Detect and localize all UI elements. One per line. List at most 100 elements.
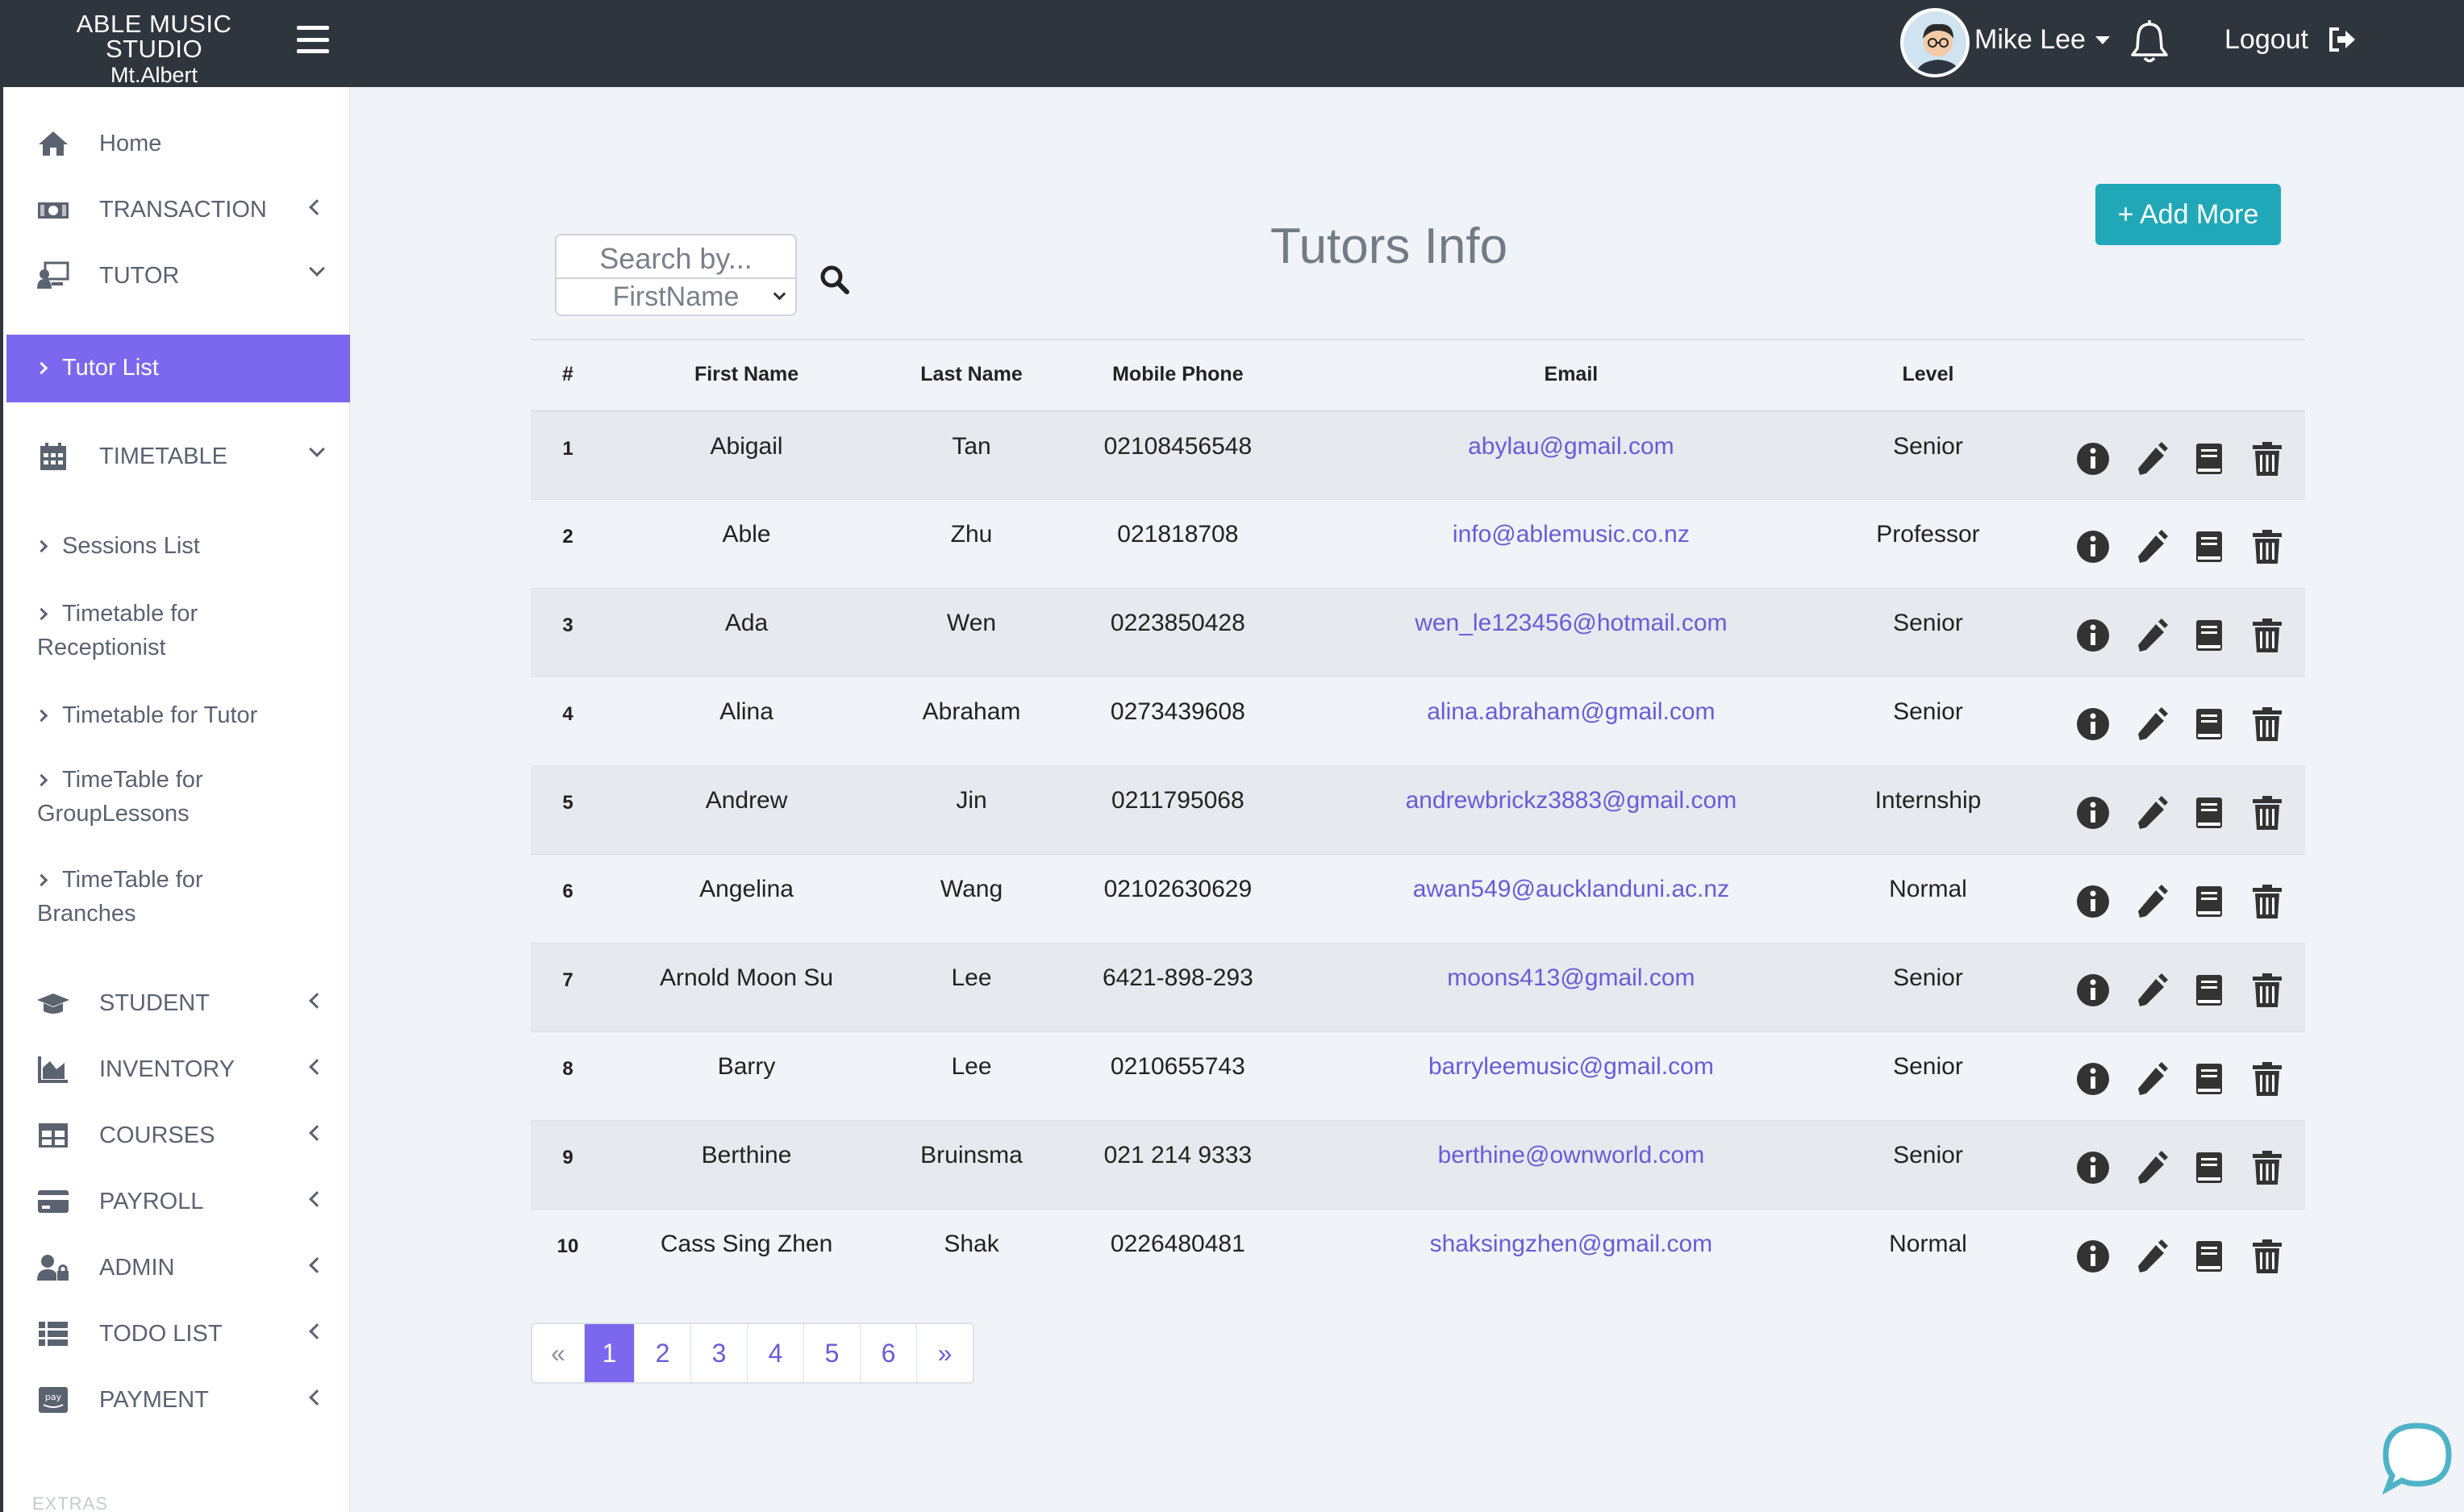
sign-out-icon[interactable] [2328, 26, 2357, 53]
page-2[interactable]: 2 [634, 1324, 690, 1382]
sub-item-label: TimeTable for Branches [37, 867, 203, 927]
sidebar-subitem-sessions-list[interactable]: Sessions List [6, 529, 350, 563]
bell-icon[interactable] [2129, 19, 2170, 65]
info-icon[interactable] [2075, 795, 2111, 831]
book-icon[interactable] [2191, 529, 2227, 564]
chevron-left-icon [309, 993, 325, 1009]
book-icon[interactable] [2191, 1150, 2227, 1185]
info-icon[interactable] [2075, 884, 2111, 919]
edit-icon[interactable] [2133, 973, 2169, 1008]
logout-link[interactable]: Logout [2224, 24, 2308, 56]
avatar[interactable] [1900, 8, 1970, 77]
info-icon[interactable] [2075, 1239, 2111, 1274]
search-input[interactable]: Search by... [557, 239, 795, 279]
sidebar-item-timetable[interactable]: TIMETABLE [6, 424, 350, 489]
edit-icon[interactable] [2133, 529, 2169, 564]
sidebar-item-admin[interactable]: ADMIN [6, 1235, 350, 1300]
hamburger-menu-icon[interactable] [297, 26, 329, 53]
add-more-button[interactable]: + Add More [2095, 184, 2281, 245]
info-icon[interactable] [2075, 441, 2111, 477]
cell-number: 8 [531, 1031, 605, 1120]
edit-icon[interactable] [2133, 706, 2169, 742]
book-icon[interactable] [2191, 706, 2227, 742]
trash-icon[interactable] [2249, 1150, 2285, 1185]
trash-icon[interactable] [2249, 973, 2285, 1008]
book-icon[interactable] [2191, 441, 2227, 477]
page-prev[interactable]: « [532, 1324, 584, 1382]
trash-icon[interactable] [2249, 795, 2285, 831]
trash-icon[interactable] [2249, 884, 2285, 919]
sidebar-item-inventory[interactable]: INVENTORY [6, 1037, 350, 1102]
chevron-left-icon [309, 1389, 325, 1406]
info-icon[interactable] [2075, 529, 2111, 564]
book-icon[interactable] [2191, 1239, 2227, 1274]
search-field-select[interactable]: FirstName [557, 277, 795, 316]
cell-email[interactable]: shaksingzhen@gmail.com [1300, 1208, 1841, 1297]
cell-email[interactable]: alina.abraham@gmail.com [1300, 676, 1841, 765]
cell-email[interactable]: moons413@gmail.com [1300, 942, 1841, 1031]
trash-icon[interactable] [2249, 706, 2285, 742]
sidebar-item-tutor[interactable]: TUTOR [6, 244, 350, 308]
edit-icon[interactable] [2133, 1239, 2169, 1274]
edit-icon[interactable] [2133, 884, 2169, 919]
cell-actions [2015, 1031, 2305, 1120]
sidebar-subitem-timetable-grouplessons[interactable]: TimeTable for GroupLessons [6, 763, 297, 831]
page-next[interactable]: » [916, 1324, 973, 1382]
cell-email[interactable]: barryleemusic@gmail.com [1300, 1031, 1841, 1120]
page-3[interactable]: 3 [690, 1324, 747, 1382]
sidebar-subitem-timetable-branches[interactable]: TimeTable for Branches [6, 863, 273, 931]
sidebar-item-transaction[interactable]: TRANSACTION [6, 177, 350, 242]
cell-email[interactable]: awan549@aucklanduni.ac.nz [1300, 853, 1841, 943]
top-navbar: ABLE MUSIC STUDIO Mt.Albert Mike Lee Log… [0, 0, 2464, 87]
page-1[interactable]: 1 [584, 1324, 634, 1382]
sidebar-item-payment[interactable]: pay PAYMENT [6, 1368, 350, 1432]
info-icon[interactable] [2075, 1150, 2111, 1185]
user-name[interactable]: Mike Lee [1974, 24, 2086, 56]
sidebar-subitem-timetable-receptionist[interactable]: Timetable for Receptionist [6, 597, 329, 664]
brand-logo[interactable]: ABLE MUSIC STUDIO Mt.Albert [31, 11, 277, 86]
book-icon[interactable] [2191, 795, 2227, 831]
edit-icon[interactable] [2133, 618, 2169, 653]
book-icon[interactable] [2191, 973, 2227, 1008]
cell-level: Senior [1841, 676, 2015, 765]
edit-icon[interactable] [2133, 1061, 2169, 1097]
cell-last-name: Wen [888, 587, 1055, 677]
info-icon[interactable] [2075, 618, 2111, 653]
trash-icon[interactable] [2249, 1239, 2285, 1274]
sidebar-item-courses[interactable]: COURSES [6, 1103, 350, 1168]
info-icon[interactable] [2075, 1061, 2111, 1097]
chat-bubble-icon[interactable] [2379, 1419, 2455, 1495]
book-icon[interactable] [2191, 884, 2227, 919]
trash-icon[interactable] [2249, 529, 2285, 564]
cell-email[interactable]: berthine@ownworld.com [1300, 1119, 1841, 1209]
cell-email[interactable]: abylau@gmail.com [1300, 410, 1841, 499]
cell-email[interactable]: andrewbrickz3883@gmail.com [1300, 764, 1841, 854]
info-icon[interactable] [2075, 973, 2111, 1008]
search-icon[interactable] [819, 264, 850, 295]
sidebar-item-todo-list[interactable]: TODO LIST [6, 1302, 350, 1366]
info-icon[interactable] [2075, 706, 2111, 742]
page-6[interactable]: 6 [860, 1324, 916, 1382]
sidebar-subitem-timetable-tutor[interactable]: Timetable for Tutor [6, 698, 350, 732]
cell-email[interactable]: info@ablemusic.co.nz [1300, 498, 1841, 588]
sidebar-item-payroll[interactable]: PAYROLL [6, 1169, 350, 1234]
sidebar-subitem-tutor-list[interactable]: Tutor List [6, 335, 350, 402]
search-box: Search by... FirstName [555, 234, 797, 316]
money-icon [37, 195, 71, 224]
user-dropdown-caret-icon[interactable] [2095, 36, 2110, 44]
trash-icon[interactable] [2249, 441, 2285, 477]
page-4[interactable]: 4 [747, 1324, 803, 1382]
edit-icon[interactable] [2133, 795, 2169, 831]
trash-icon[interactable] [2249, 1061, 2285, 1097]
edit-icon[interactable] [2133, 441, 2169, 477]
cell-email[interactable]: wen_le123456@hotmail.com [1300, 587, 1841, 677]
chevron-right-icon [35, 773, 48, 787]
sidebar-item-home[interactable]: Home [6, 111, 350, 176]
page-5[interactable]: 5 [803, 1324, 860, 1382]
edit-icon[interactable] [2133, 1150, 2169, 1185]
book-icon[interactable] [2191, 1061, 2227, 1097]
book-icon[interactable] [2191, 618, 2227, 653]
brand-branch: Mt.Albert [110, 63, 198, 87]
sidebar-item-student[interactable]: STUDENT [6, 971, 350, 1035]
trash-icon[interactable] [2249, 618, 2285, 653]
